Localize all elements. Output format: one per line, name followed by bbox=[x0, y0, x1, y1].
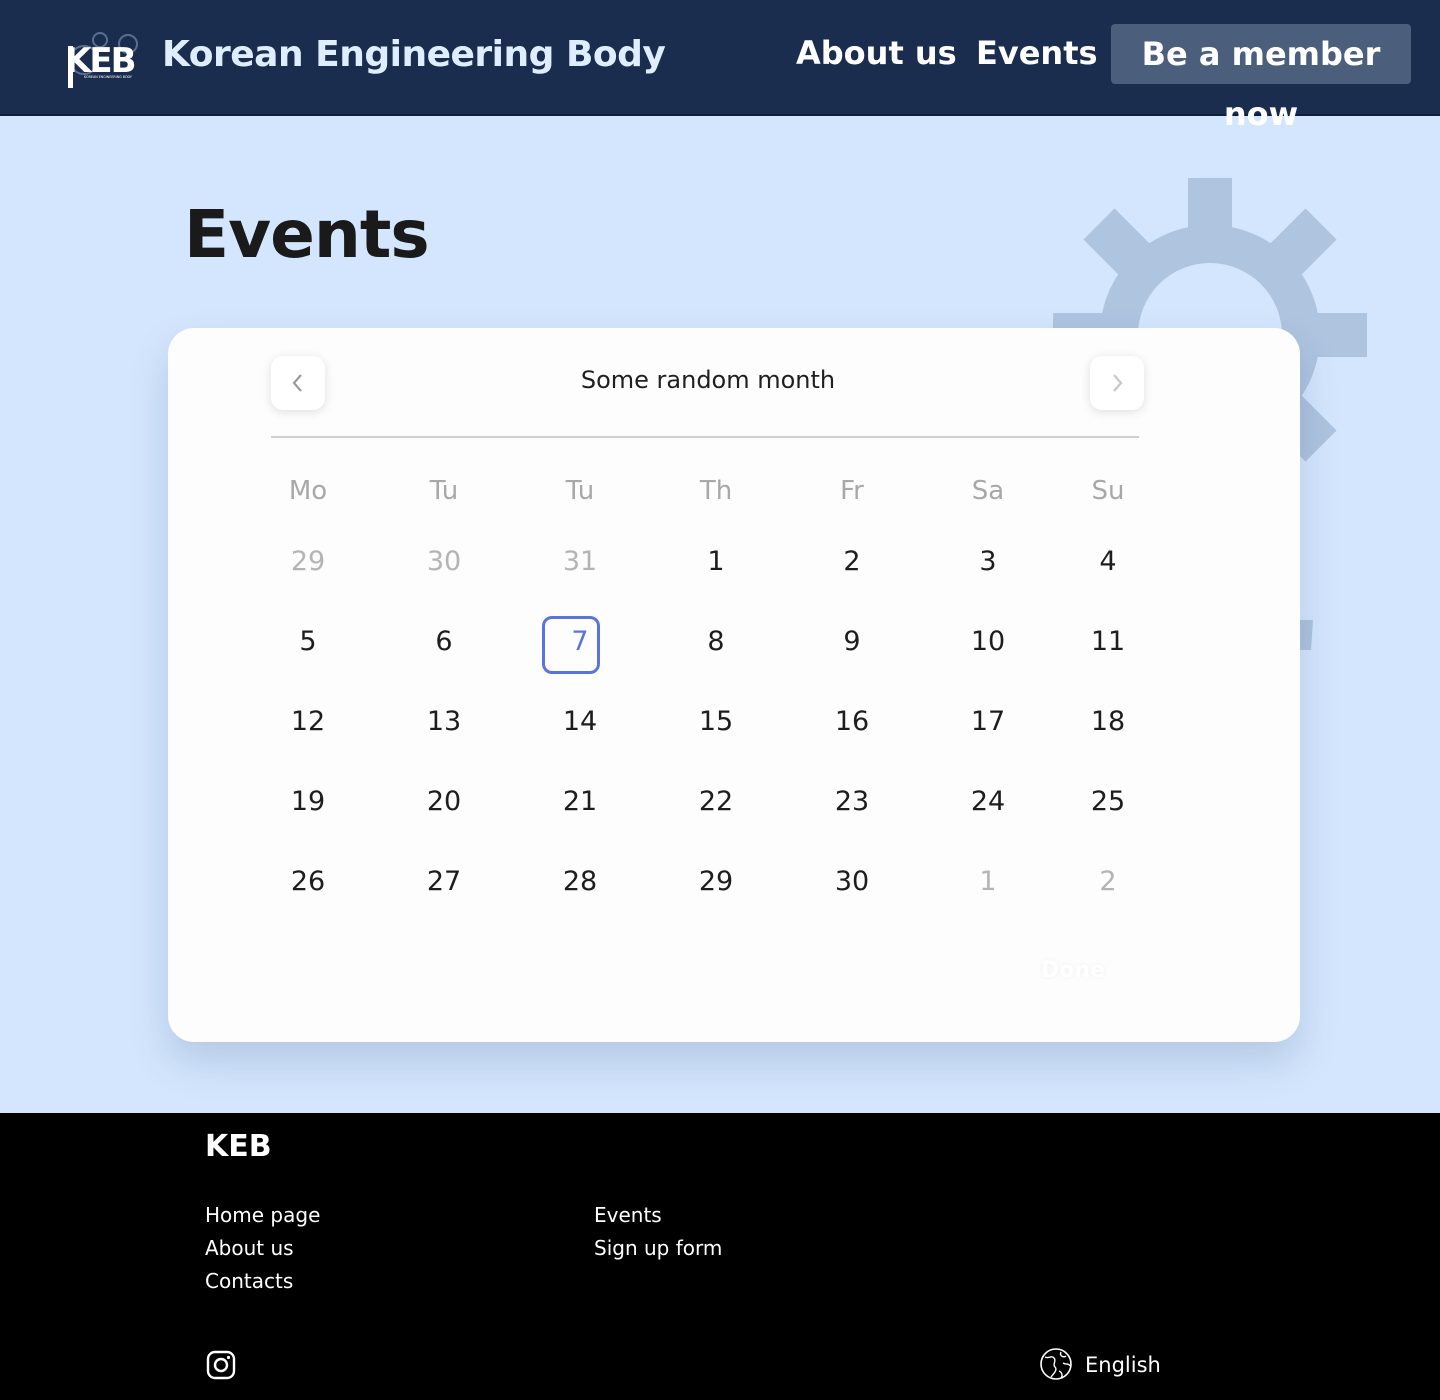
next-month-button[interactable] bbox=[1090, 356, 1144, 410]
calendar-day[interactable]: 30 bbox=[404, 546, 484, 577]
calendar-day[interactable]: 9 bbox=[812, 626, 892, 657]
calendar-day[interactable]: 24 bbox=[948, 786, 1028, 817]
calendar-day[interactable]: 16 bbox=[812, 706, 892, 737]
site-header: KEB KOREAN ENGINEERING BODY Korean Engin… bbox=[0, 0, 1440, 133]
calendar-day[interactable]: 17 bbox=[948, 706, 1028, 737]
month-label: Some random month bbox=[580, 366, 836, 394]
globe-icon bbox=[1039, 1347, 1073, 1381]
weekday-label: Tu bbox=[429, 476, 459, 506]
footer-link-events[interactable]: Events bbox=[594, 1203, 662, 1227]
calendar-day[interactable]: 25 bbox=[1068, 786, 1148, 817]
calendar-day[interactable]: 5 bbox=[268, 626, 348, 657]
weekday-label: Tu bbox=[565, 476, 595, 506]
calendar-day[interactable]: 6 bbox=[404, 626, 484, 657]
weekday-label: Su bbox=[1091, 476, 1125, 506]
chevron-left-icon bbox=[292, 374, 302, 392]
weekday-label: Sa bbox=[971, 476, 1005, 506]
calendar-card: Some random month Mo Tu Tu Th Fr Sa Su 29 30 31 1… bbox=[168, 328, 1300, 1042]
keb-logo[interactable]: KEB KOREAN ENGINEERING BODY bbox=[62, 28, 144, 90]
calendar-day[interactable]: 11 bbox=[1068, 626, 1148, 657]
weekday-label: Th bbox=[699, 476, 733, 506]
footer-logo: KEB bbox=[205, 1129, 272, 1164]
calendar-day[interactable]: 1 bbox=[948, 866, 1028, 897]
calendar-day[interactable]: 29 bbox=[268, 546, 348, 577]
header-divider bbox=[271, 436, 1139, 438]
calendar-day[interactable]: 4 bbox=[1068, 546, 1148, 577]
calendar-day[interactable]: 1 bbox=[676, 546, 756, 577]
footer-link-home[interactable]: Home page bbox=[205, 1203, 320, 1227]
calendar-day[interactable]: 26 bbox=[268, 866, 348, 897]
calendar-day[interactable]: 15 bbox=[676, 706, 756, 737]
language-selector[interactable]: English bbox=[1085, 1353, 1161, 1377]
calendar-day[interactable]: 23 bbox=[812, 786, 892, 817]
site-footer: KEB Home page About us Contacts Events S… bbox=[0, 1113, 1440, 1400]
calendar-day[interactable]: 3 bbox=[948, 546, 1028, 577]
calendar-day[interactable]: 20 bbox=[404, 786, 484, 817]
calendar-day[interactable]: 22 bbox=[676, 786, 756, 817]
calendar-day[interactable]: 28 bbox=[540, 866, 620, 897]
nav-about-us[interactable]: About us bbox=[796, 34, 957, 72]
weekday-label: Fr bbox=[840, 476, 864, 506]
prev-month-button[interactable] bbox=[271, 356, 325, 410]
calendar-day[interactable]: 13 bbox=[404, 706, 484, 737]
calendar-day[interactable]: 7 bbox=[540, 626, 620, 657]
calendar-day[interactable]: 29 bbox=[676, 866, 756, 897]
calendar-day[interactable]: 2 bbox=[812, 546, 892, 577]
calendar-day[interactable]: 2 bbox=[1068, 866, 1148, 897]
calendar-day[interactable]: 30 bbox=[812, 866, 892, 897]
svg-text:KOREAN ENGINEERING BODY: KOREAN ENGINEERING BODY bbox=[84, 75, 133, 79]
calendar-day[interactable]: 31 bbox=[540, 546, 620, 577]
member-cta-button[interactable]: Be a member now bbox=[1111, 24, 1411, 133]
weekday-label: Mo bbox=[288, 476, 328, 506]
calendar-day[interactable]: 18 bbox=[1068, 706, 1148, 737]
calendar-day[interactable]: 12 bbox=[268, 706, 348, 737]
brand-name[interactable]: Korean Engineering Body bbox=[162, 34, 666, 75]
footer-link-about[interactable]: About us bbox=[205, 1236, 294, 1260]
calendar-day[interactable]: 10 bbox=[948, 626, 1028, 657]
calendar-day[interactable]: 8 bbox=[676, 626, 756, 657]
calendar-day[interactable]: 21 bbox=[540, 786, 620, 817]
calendar-day[interactable]: 14 bbox=[540, 706, 620, 737]
nav-events[interactable]: Events bbox=[976, 34, 1098, 72]
instagram-icon[interactable] bbox=[206, 1350, 236, 1380]
page-title: Events bbox=[184, 196, 430, 273]
chevron-right-icon bbox=[1113, 374, 1123, 392]
done-button[interactable]: Done bbox=[1028, 958, 1118, 983]
calendar-day[interactable]: 19 bbox=[268, 786, 348, 817]
calendar-day[interactable]: 27 bbox=[404, 866, 484, 897]
footer-link-signup[interactable]: Sign up form bbox=[594, 1236, 722, 1260]
footer-link-contacts[interactable]: Contacts bbox=[205, 1269, 293, 1293]
